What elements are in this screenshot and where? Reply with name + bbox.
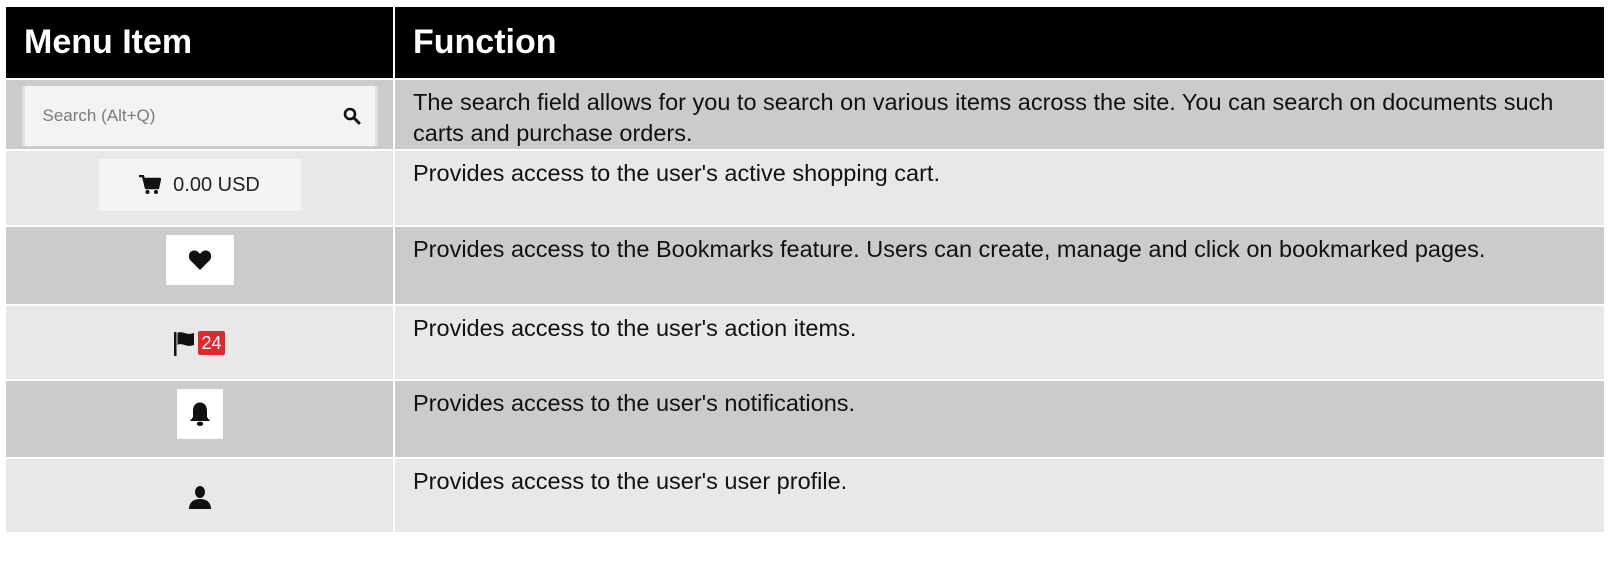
menu-item-cell xyxy=(6,379,395,458)
menu-reference-table: Menu Item Function Search (Alt+Q) The se… xyxy=(6,7,1604,532)
table-row-notifications: Provides access to the user's notificati… xyxy=(6,379,1604,458)
user-icon xyxy=(188,486,211,509)
function-description: The search field allows for you to searc… xyxy=(394,78,1604,150)
cart-icon xyxy=(139,175,162,194)
menu-item-cell: Search (Alt+Q) xyxy=(6,78,395,150)
search-placeholder: Search (Alt+Q) xyxy=(42,105,156,125)
action-items-button[interactable]: 24 xyxy=(165,323,235,363)
menu-item-column-header: Menu Item xyxy=(6,7,395,79)
menu-item-cell xyxy=(6,225,395,305)
cart-amount: 0.00 USD xyxy=(173,173,260,196)
function-column-header: Function xyxy=(394,7,1604,79)
table-row-search: Search (Alt+Q) The search field allows f… xyxy=(6,78,1604,150)
menu-item-cell: 0.00 USD xyxy=(6,149,395,226)
table-row-action-items: 24 Provides access to the user's action … xyxy=(6,304,1604,380)
table-header-row: Menu Item Function xyxy=(6,7,1604,79)
function-description: Provides access to the user's notificati… xyxy=(394,379,1604,458)
menu-item-cell: 24 xyxy=(6,304,395,380)
search-icon[interactable] xyxy=(343,107,361,125)
function-description: Provides access to the user's action ite… xyxy=(394,304,1604,380)
bookmarks-button[interactable] xyxy=(165,235,234,285)
function-description: Provides access to the user's user profi… xyxy=(394,457,1604,532)
table-row-bookmarks: Provides access to the Bookmarks feature… xyxy=(6,225,1604,305)
table-row-profile: Provides access to the user's user profi… xyxy=(6,457,1604,532)
heart-icon xyxy=(188,250,211,270)
cart-button[interactable]: 0.00 USD xyxy=(98,159,301,211)
function-description: Provides access to the Bookmarks feature… xyxy=(394,225,1604,305)
function-description: Provides access to the user's active sho… xyxy=(394,149,1604,226)
table-row-cart: 0.00 USD Provides access to the user's a… xyxy=(6,149,1604,226)
profile-button[interactable] xyxy=(176,474,224,520)
action-items-count-badge: 24 xyxy=(198,331,225,355)
search-input[interactable]: Search (Alt+Q) xyxy=(21,85,378,146)
menu-item-cell xyxy=(6,457,395,532)
notifications-button[interactable] xyxy=(176,389,223,439)
bell-icon xyxy=(189,402,210,426)
flag-icon xyxy=(174,332,195,356)
